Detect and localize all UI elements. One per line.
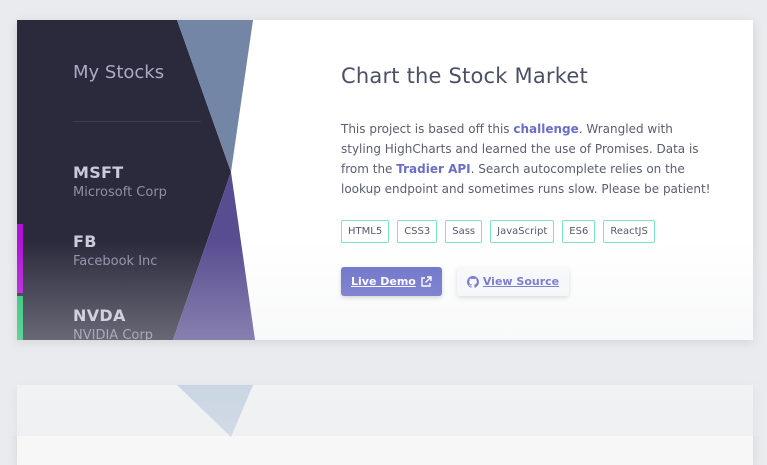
next-project-card — [17, 385, 753, 465]
tag-reactjs: ReactJS — [603, 220, 655, 243]
live-demo-button[interactable]: Live Demo — [341, 267, 442, 296]
tag-css3: CSS3 — [397, 220, 438, 243]
stock-item-msft: MSFT Microsoft Corp — [73, 163, 167, 200]
stock-item-fb: FB Facebook Inc — [73, 232, 157, 269]
stock-symbol: NVDA — [73, 306, 126, 325]
next-project-thumbnail — [177, 385, 253, 437]
external-link-icon — [421, 275, 432, 287]
tag-es6: ES6 — [562, 220, 596, 243]
view-source-label: View Source — [482, 275, 560, 288]
description-text: This project is based off this — [341, 122, 514, 136]
stock-name: Microsoft Corp — [73, 185, 167, 200]
stock-symbol: MSFT — [73, 163, 124, 182]
sidebar-divider — [73, 121, 201, 122]
tag-javascript: JavaScript — [490, 220, 555, 243]
tag-html5: HTML5 — [341, 220, 390, 243]
stock-name: Facebook Inc — [73, 254, 158, 269]
my-stocks-heading: My Stocks — [73, 62, 165, 83]
tag-sass: Sass — [445, 220, 483, 243]
project-card: My Stocks MSFT Microsoft Corp FB Faceboo… — [17, 20, 753, 340]
stock-item-nvda: NVDA NVIDIA Corp — [73, 306, 153, 340]
stock-selected-bar-fb — [17, 224, 23, 293]
github-icon — [466, 275, 479, 288]
view-source-button[interactable]: View Source — [456, 267, 570, 296]
project-description: This project is based off this challenge… — [341, 119, 713, 199]
live-demo-label: Live Demo — [351, 275, 416, 288]
project-title: Chart the Stock Market — [341, 64, 588, 88]
stock-selected-bar-nvda — [17, 296, 23, 340]
project-actions: Live Demo View Source — [341, 267, 570, 296]
challenge-link[interactable]: challenge — [513, 122, 578, 136]
stock-symbol: FB — [73, 232, 97, 251]
stock-name: NVIDIA Corp — [73, 328, 153, 340]
tradier-api-link[interactable]: Tradier API — [396, 162, 470, 176]
project-thumbnail: My Stocks MSFT Microsoft Corp FB Faceboo… — [17, 20, 273, 340]
tech-tags: HTML5 CSS3 Sass JavaScript ES6 ReactJS — [341, 220, 655, 243]
